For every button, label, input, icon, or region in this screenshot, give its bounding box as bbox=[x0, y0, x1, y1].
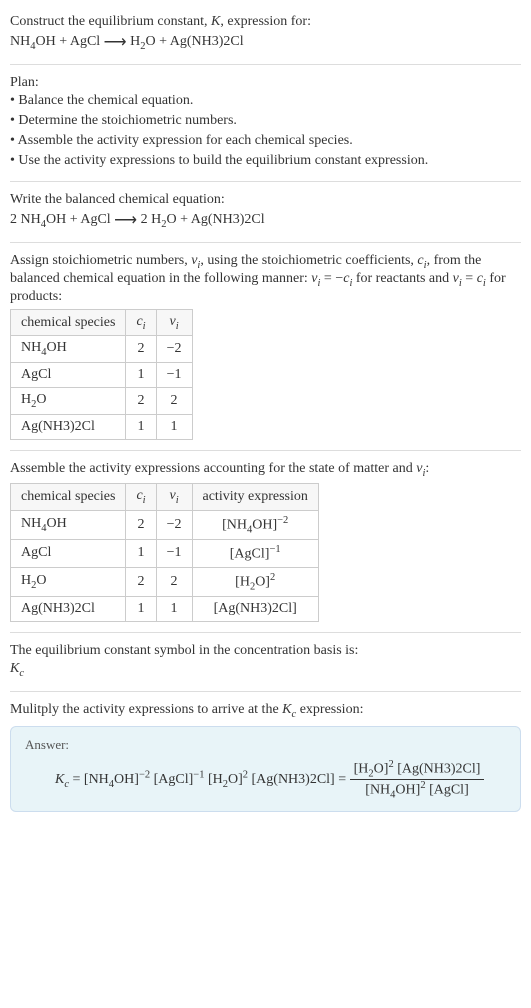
divider bbox=[10, 242, 521, 243]
stoich-section: Assign stoichiometric numbers, νi, using… bbox=[10, 247, 521, 446]
table-header-row: chemical species ci νi activity expressi… bbox=[11, 483, 319, 510]
cell-vi: −2 bbox=[156, 510, 192, 539]
cell-vi: −1 bbox=[156, 363, 192, 388]
plan-item-text: Balance the chemical equation. bbox=[18, 93, 193, 108]
cell-vi: 1 bbox=[156, 597, 192, 622]
cell-species: NH4OH bbox=[11, 510, 126, 539]
table-row: NH4OH 2 −2 [NH4OH]−2 bbox=[11, 510, 319, 539]
cell-species: Ag(NH3)2Cl bbox=[11, 597, 126, 622]
cell-species: NH4OH bbox=[11, 336, 126, 363]
balanced-equation: 2 NH4OH + AgCl ⟶ 2 H2O + Ag(NH3)2Cl bbox=[10, 208, 521, 232]
kc-symbol-text: The equilibrium constant symbol in the c… bbox=[10, 643, 521, 659]
table-row: Ag(NH3)2Cl 1 1 [Ag(NH3)2Cl] bbox=[11, 597, 319, 622]
col-ci: ci bbox=[126, 309, 156, 336]
plan-heading: Plan: bbox=[10, 75, 521, 91]
col-vi: νi bbox=[156, 483, 192, 510]
answer-box: Answer: Kc = [NH4OH]−2 [AgCl]−1 [H2O]2 [… bbox=[10, 726, 521, 812]
cell-activity: [NH4OH]−2 bbox=[192, 510, 318, 539]
table-row: Ag(NH3)2Cl 1 1 bbox=[11, 415, 193, 440]
plan-item-text: Use the activity expressions to build th… bbox=[18, 153, 428, 168]
plan-item: • Use the activity expressions to build … bbox=[10, 151, 521, 171]
table-row: H2O 2 2 [H2O]2 bbox=[11, 567, 319, 596]
fraction-denominator: [NH4OH]2 [AgCl] bbox=[350, 780, 485, 800]
answer-fraction: [H2O]2 [Ag(NH3)2Cl] [NH4OH]2 [AgCl] bbox=[350, 759, 485, 801]
table-row: AgCl 1 −1 [AgCl]−1 bbox=[11, 540, 319, 568]
plan-item: • Determine the stoichiometric numbers. bbox=[10, 111, 521, 131]
cell-species: Ag(NH3)2Cl bbox=[11, 415, 126, 440]
table-row: NH4OH 2 −2 bbox=[11, 336, 193, 363]
activity-text: Assemble the activity expressions accoun… bbox=[10, 461, 521, 479]
activity-section: Assemble the activity expressions accoun… bbox=[10, 455, 521, 628]
table-header-row: chemical species ci νi bbox=[11, 309, 193, 336]
plan-item-text: Assemble the activity expression for eac… bbox=[18, 133, 353, 148]
prompt-text: Construct the equilibrium constant, K, e… bbox=[10, 14, 521, 30]
cell-ci: 1 bbox=[126, 597, 156, 622]
stoich-table: chemical species ci νi NH4OH 2 −2 AgCl 1… bbox=[10, 309, 193, 440]
multiply-text: Mulitply the activity expressions to arr… bbox=[10, 702, 521, 720]
col-vi: νi bbox=[156, 309, 192, 336]
cell-ci: 2 bbox=[126, 510, 156, 539]
cell-species: H2O bbox=[11, 388, 126, 415]
divider bbox=[10, 450, 521, 451]
kc-symbol: Kc bbox=[10, 659, 521, 681]
cell-vi: 1 bbox=[156, 415, 192, 440]
plan-item-text: Determine the stoichiometric numbers. bbox=[18, 113, 237, 128]
unbalanced-equation: NH4OH + AgCl ⟶ H2O + Ag(NH3)2Cl bbox=[10, 30, 521, 54]
multiply-section: Mulitply the activity expressions to arr… bbox=[10, 696, 521, 818]
col-species: chemical species bbox=[11, 309, 126, 336]
divider bbox=[10, 632, 521, 633]
table-row: H2O 2 2 bbox=[11, 388, 193, 415]
cell-ci: 1 bbox=[126, 540, 156, 568]
divider bbox=[10, 181, 521, 182]
table-row: AgCl 1 −1 bbox=[11, 363, 193, 388]
fraction-numerator: [H2O]2 [Ag(NH3)2Cl] bbox=[350, 759, 485, 780]
col-activity: activity expression bbox=[192, 483, 318, 510]
answer-label: Answer: bbox=[25, 737, 506, 753]
plan-item: • Assemble the activity expression for e… bbox=[10, 131, 521, 151]
cell-vi: 2 bbox=[156, 567, 192, 596]
cell-vi: 2 bbox=[156, 388, 192, 415]
cell-species: H2O bbox=[11, 567, 126, 596]
cell-activity: [AgCl]−1 bbox=[192, 540, 318, 568]
cell-species: AgCl bbox=[11, 363, 126, 388]
plan-section: Plan: • Balance the chemical equation. •… bbox=[10, 69, 521, 177]
cell-species: AgCl bbox=[11, 540, 126, 568]
col-ci: ci bbox=[126, 483, 156, 510]
answer-equation: Kc = [NH4OH]−2 [AgCl]−1 [H2O]2 [Ag(NH3)2… bbox=[25, 759, 506, 801]
cell-vi: −2 bbox=[156, 336, 192, 363]
col-species: chemical species bbox=[11, 483, 126, 510]
balanced-heading: Write the balanced chemical equation: bbox=[10, 192, 521, 208]
stoich-text: Assign stoichiometric numbers, νi, using… bbox=[10, 253, 521, 305]
cell-ci: 2 bbox=[126, 567, 156, 596]
cell-ci: 2 bbox=[126, 388, 156, 415]
cell-activity: [H2O]2 bbox=[192, 567, 318, 596]
activity-table: chemical species ci νi activity expressi… bbox=[10, 483, 319, 622]
kc-symbol-section: The equilibrium constant symbol in the c… bbox=[10, 637, 521, 687]
divider bbox=[10, 691, 521, 692]
cell-ci: 1 bbox=[126, 415, 156, 440]
cell-activity: [Ag(NH3)2Cl] bbox=[192, 597, 318, 622]
cell-ci: 1 bbox=[126, 363, 156, 388]
prompt-section: Construct the equilibrium constant, K, e… bbox=[10, 8, 521, 60]
balanced-section: Write the balanced chemical equation: 2 … bbox=[10, 186, 521, 238]
cell-vi: −1 bbox=[156, 540, 192, 568]
plan-item: • Balance the chemical equation. bbox=[10, 91, 521, 111]
cell-ci: 2 bbox=[126, 336, 156, 363]
divider bbox=[10, 64, 521, 65]
